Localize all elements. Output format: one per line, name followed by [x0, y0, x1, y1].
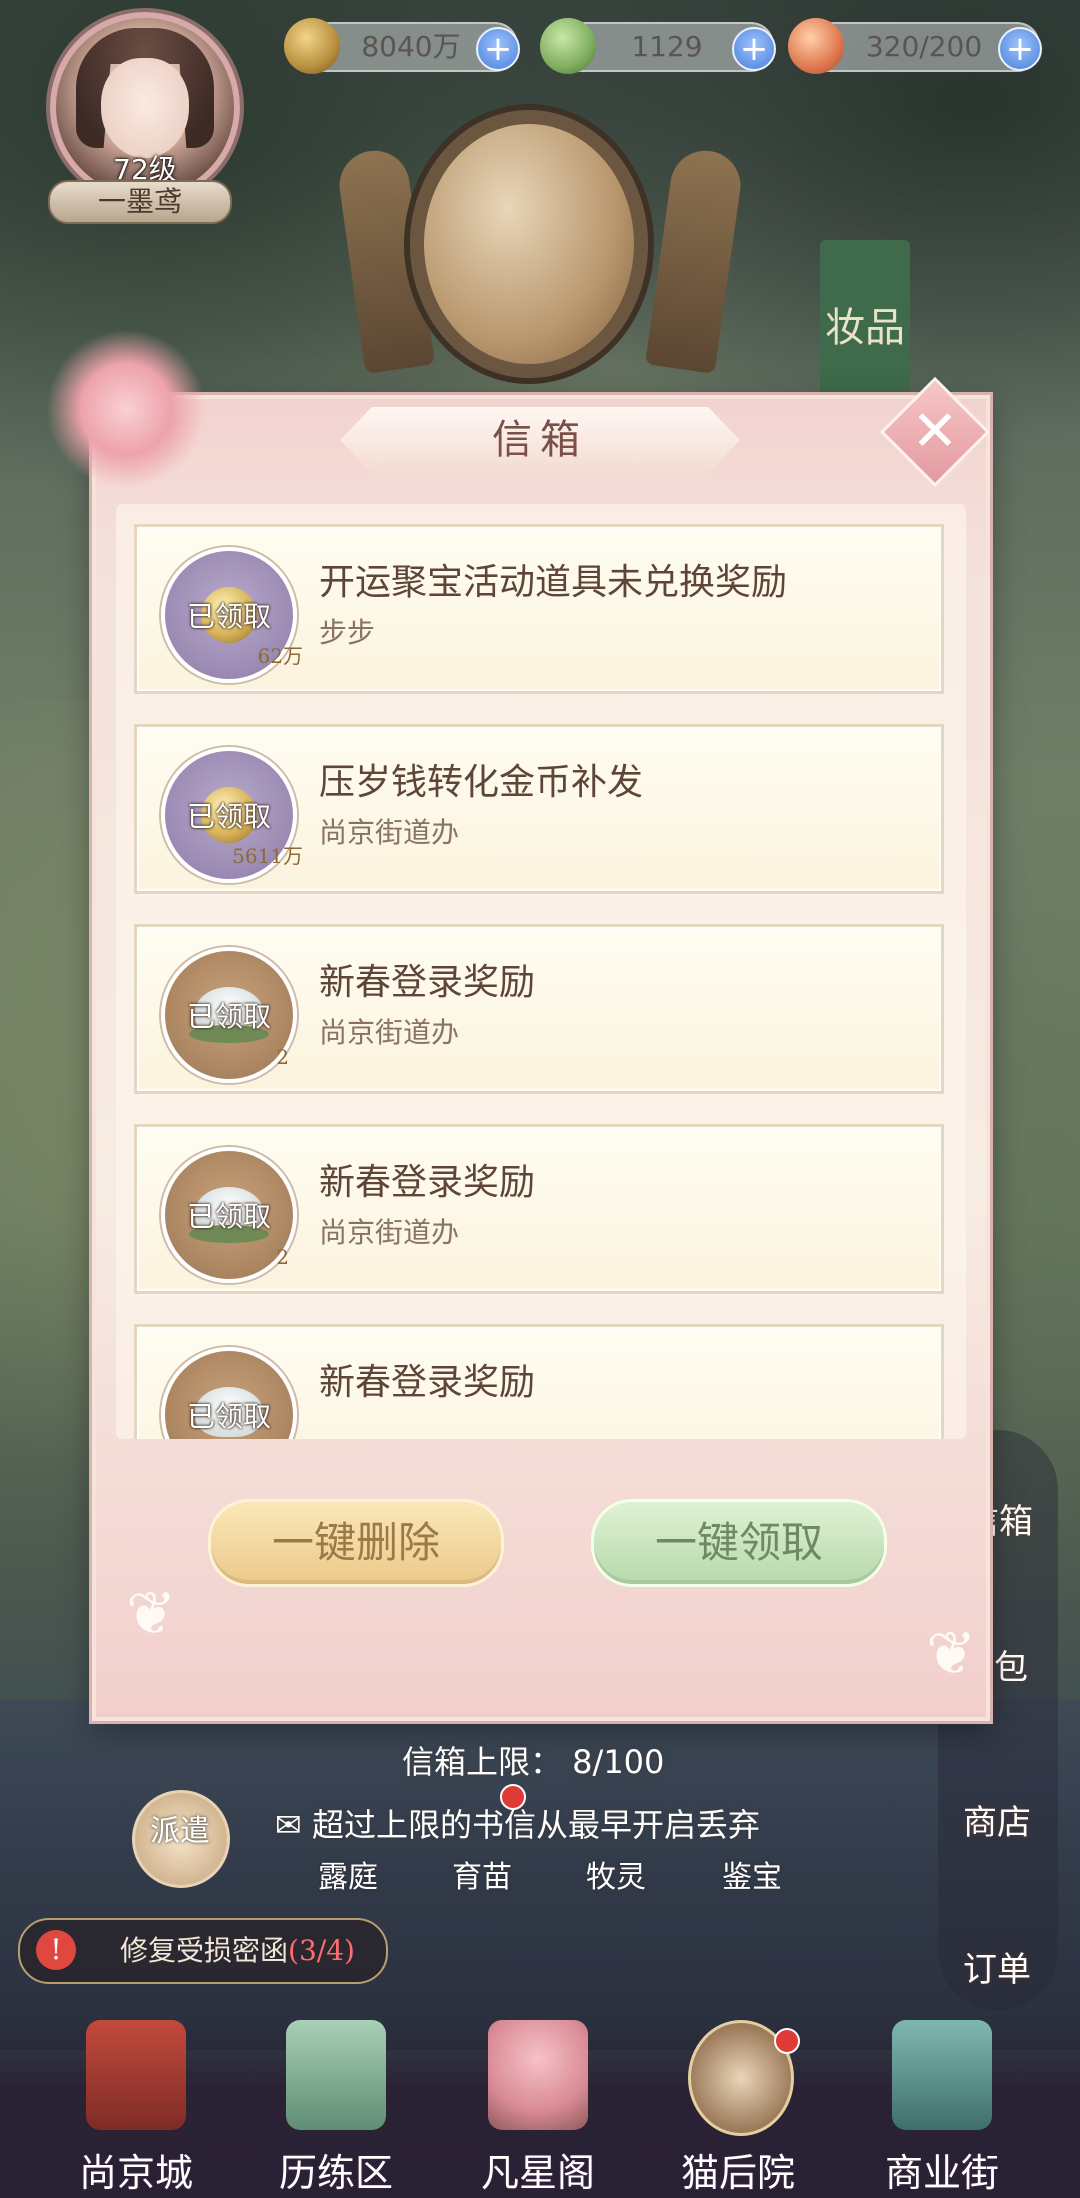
- dispatch-label: 派遣: [150, 1814, 210, 1849]
- subnav-seedling[interactable]: 育苗: [452, 1852, 512, 1896]
- mail-sender: 步步: [319, 616, 376, 649]
- mail-item[interactable]: 已领取 2 新春登录奖励 尚京街道办: [134, 924, 944, 1094]
- player-name[interactable]: 一墨鸢: [48, 180, 232, 224]
- mail-title: 新春登录奖励: [319, 1162, 536, 1203]
- sprout-bird-icon: [540, 18, 596, 74]
- claimed-label: 已领取: [186, 800, 271, 833]
- stamina-resource: 320/200 +: [788, 18, 1042, 74]
- close-icon: ✕: [911, 399, 959, 464]
- claimed-label: 已领取: [186, 1000, 271, 1033]
- mail-item[interactable]: 已领取 5611万 压岁钱转化金币补发 尚京街道办: [134, 724, 944, 894]
- seedling-notification-dot: [500, 1784, 526, 1810]
- nav-label: 历练区: [278, 2151, 393, 2195]
- repair-letters-quest[interactable]: ! 修复受损密函(3/4): [18, 1918, 388, 1984]
- nav-label: 商业街: [884, 2151, 999, 2195]
- mail-list[interactable]: 已领取 62万 开运聚宝活动道具未兑换奖励 步步 已领取 5611万 压岁钱转化…: [116, 504, 966, 1439]
- add-gold-button[interactable]: +: [476, 27, 520, 71]
- add-stamina-button[interactable]: +: [998, 27, 1042, 71]
- mail-sender: 尚京街道办: [319, 1016, 460, 1049]
- envelope-icon: ✉: [275, 1806, 312, 1844]
- nav-label: 尚京城: [78, 2151, 193, 2195]
- mail-item[interactable]: 已领取 新春登录奖励: [134, 1324, 944, 1439]
- side-shop-button[interactable]: 商店: [952, 1795, 1042, 1844]
- side-orders-button[interactable]: 订单: [952, 1942, 1042, 1991]
- paw-coin-icon: [284, 18, 340, 74]
- nav-label: 凡星阁: [480, 2151, 595, 2195]
- nav-training-area[interactable]: 历练区: [246, 2020, 426, 2198]
- reward-icon: 已领取 2: [161, 947, 297, 1083]
- reward-quantity: 2: [276, 1045, 289, 1069]
- subnav-courtyard[interactable]: 露庭: [318, 1852, 378, 1896]
- stamina-value: 320/200: [865, 30, 983, 63]
- gold-value: 8040万: [361, 30, 461, 63]
- butterfly-ornament-icon: ❦: [926, 1619, 977, 1689]
- bun-stamina-icon: [788, 18, 844, 74]
- notice-text: 超过上限的书信从最早开启丢弃: [311, 1806, 760, 1844]
- repair-count: (3/4): [288, 1934, 355, 1967]
- crane-ornament-icon: ❦: [126, 1579, 177, 1649]
- claimed-label: 已领取: [186, 1200, 271, 1233]
- nav-shangjing-city[interactable]: 尚京城: [46, 2020, 226, 2198]
- repair-label: 修复受损密函: [120, 1934, 289, 1967]
- mail-title: 新春登录奖励: [319, 1362, 536, 1403]
- avatar-face: [101, 58, 189, 158]
- mailbox-dialog: 信箱 ✕ 已领取 62万 开运聚宝活动道具未兑换奖励 步步 已领取 5611万 …: [46, 329, 991, 1721]
- gold-resource: 8040万 +: [284, 18, 520, 74]
- palace-icon: [86, 2020, 186, 2130]
- mail-title: 开运聚宝活动道具未兑换奖励: [319, 562, 788, 603]
- sprout-resource: 1129 +: [540, 18, 776, 74]
- claimed-label: 已领取: [186, 1400, 271, 1433]
- nav-cat-backyard[interactable]: 猫后院: [648, 2020, 828, 2198]
- alert-icon: !: [36, 1930, 76, 1970]
- reward-icon: 已领取 5611万: [161, 747, 303, 883]
- reward-quantity: 2: [276, 1245, 289, 1269]
- mail-item[interactable]: 已领取 2 新春登录奖励 尚京街道办: [134, 1124, 944, 1294]
- gate-icon: [892, 2020, 992, 2130]
- reward-icon: 已领取: [161, 1347, 297, 1439]
- mail-sender: 尚京街道办: [319, 816, 460, 849]
- mail-sender: 尚京街道办: [319, 1216, 460, 1249]
- delete-all-button[interactable]: 一键删除: [208, 1499, 504, 1587]
- claimed-label: 已领取: [186, 600, 271, 633]
- nav-commercial-street[interactable]: 商业街: [852, 2020, 1032, 2198]
- bottom-nav: 尚京城 历练区 凡星阁 猫后院 商业街: [0, 2020, 1080, 2198]
- mountain-icon: [286, 2020, 386, 2130]
- cat-backyard-notification-dot: [774, 2028, 800, 2054]
- mail-title: 压岁钱转化金币补发: [319, 762, 644, 803]
- avatar[interactable]: 72级: [50, 12, 240, 202]
- mail-item[interactable]: 已领取 62万 开运聚宝活动道具未兑换奖励 步步: [134, 524, 944, 694]
- mail-title: 新春登录奖励: [319, 962, 536, 1003]
- sprout-value: 1129: [631, 30, 703, 63]
- reward-quantity: 62万: [257, 644, 303, 668]
- repair-text: 修复受损密函(3/4): [120, 1920, 355, 1982]
- mailbox-title: 信箱: [492, 417, 588, 463]
- mailbox-title-banner: 信箱: [340, 407, 740, 473]
- subnav-pasture[interactable]: 牧灵: [586, 1852, 646, 1896]
- mailbox-limit: 信箱上限： 8/100: [402, 1743, 665, 1781]
- blossom-tree-icon: [488, 2020, 588, 2130]
- claim-all-button[interactable]: 一键领取: [591, 1499, 887, 1587]
- nav-label: 猫后院: [680, 2151, 795, 2195]
- nav-star-pavilion[interactable]: 凡星阁: [448, 2020, 628, 2198]
- bronze-mirror: [410, 110, 648, 378]
- subnav-appraisal[interactable]: 鉴宝: [722, 1852, 782, 1896]
- add-sprout-button[interactable]: +: [732, 27, 776, 71]
- reward-quantity: 5611万: [232, 844, 303, 868]
- reward-icon: 已领取 62万: [161, 547, 303, 683]
- reward-icon: 已领取 2: [161, 1147, 297, 1283]
- makeup-shop-sign[interactable]: 妆品: [820, 240, 910, 410]
